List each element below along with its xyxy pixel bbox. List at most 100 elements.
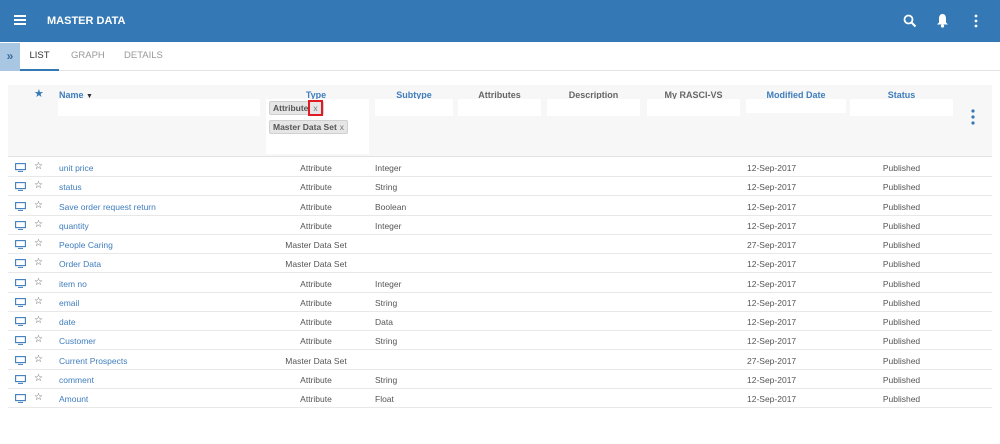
row-name[interactable]: email — [59, 298, 79, 308]
tab-graph[interactable]: GRAPH — [71, 43, 105, 71]
monitor-icon[interactable] — [15, 297, 26, 307]
subtype-filter-input[interactable] — [375, 99, 453, 116]
tab-details[interactable]: DETAILS — [124, 43, 163, 71]
row-modified-date: 12-Sep-2017 — [747, 394, 797, 404]
table-row[interactable]: ☆ People Caring Master Data Set 27-Sep-2… — [8, 235, 992, 254]
table-row[interactable]: ☆ unit price Attribute Integer 12-Sep-20… — [8, 158, 992, 177]
row-type: Attribute — [300, 317, 332, 327]
table-row[interactable]: ☆ Customer Attribute String 12-Sep-2017 … — [8, 331, 992, 351]
monitor-icon[interactable] — [15, 182, 26, 192]
star-icon[interactable]: ☆ — [34, 180, 43, 191]
row-type: Attribute — [300, 336, 332, 347]
star-icon[interactable]: ☆ — [34, 277, 43, 288]
row-type: Master Data Set — [285, 240, 347, 250]
table-row[interactable]: ☆ Current Prospects Master Data Set 27-S… — [8, 351, 992, 370]
row-name[interactable]: Save order request return — [59, 202, 156, 212]
row-type: Attribute — [300, 394, 332, 404]
table-row[interactable]: ☆ email Attribute String 12-Sep-2017 Pub… — [8, 293, 992, 312]
table-row[interactable]: ☆ Amount Attribute Float 12-Sep-2017 Pub… — [8, 389, 992, 408]
star-icon[interactable]: ☆ — [34, 296, 43, 307]
row-name[interactable]: date — [59, 317, 76, 327]
tab-list[interactable]: LIST — [20, 43, 59, 71]
row-name[interactable]: quantity — [59, 221, 89, 231]
table-row[interactable]: ☆ comment Attribute String 12-Sep-2017 P… — [8, 370, 992, 389]
star-icon[interactable]: ☆ — [34, 334, 43, 345]
row-type: Attribute — [300, 163, 332, 173]
search-icon[interactable] — [903, 14, 917, 28]
remove-chip-master-data-set[interactable]: x — [340, 122, 344, 132]
modified-date-filter-input[interactable] — [746, 99, 846, 113]
favorite-star-icon[interactable]: ★ — [34, 87, 44, 100]
row-status: Published — [882, 240, 921, 250]
name-filter-input[interactable] — [58, 99, 260, 116]
tab-bar: » LIST GRAPH DETAILS — [0, 43, 1000, 71]
row-modified-date: 12-Sep-2017 — [747, 259, 797, 270]
description-filter-input[interactable] — [547, 99, 640, 116]
monitor-icon[interactable] — [15, 163, 26, 172]
row-name[interactable]: People Caring — [59, 240, 113, 250]
row-name[interactable]: status — [59, 182, 82, 192]
star-icon[interactable]: ☆ — [34, 354, 43, 365]
expand-sidebar-button[interactable]: » — [0, 43, 20, 71]
row-status: Published — [882, 278, 921, 289]
row-modified-date: 27-Sep-2017 — [747, 355, 797, 366]
star-icon[interactable]: ☆ — [34, 315, 43, 326]
row-modified-date: 12-Sep-2017 — [747, 201, 797, 212]
table-row[interactable]: ☆ date Attribute Data 12-Sep-2017 Publis… — [8, 312, 992, 331]
row-name[interactable]: comment — [59, 375, 94, 385]
star-icon[interactable]: ☆ — [34, 200, 43, 211]
star-icon[interactable]: ☆ — [34, 161, 43, 172]
row-modified-date: 12-Sep-2017 — [747, 297, 797, 308]
page-title: MASTER DATA — [47, 15, 126, 27]
bell-icon[interactable] — [936, 13, 949, 28]
star-icon[interactable]: ☆ — [34, 373, 43, 384]
row-subtype: Boolean — [375, 201, 407, 212]
column-options-icon[interactable] — [970, 109, 976, 125]
remove-chip-attribute[interactable]: x — [308, 100, 323, 116]
more-vertical-icon[interactable] — [973, 14, 979, 28]
star-icon[interactable]: ☆ — [34, 219, 43, 230]
rasci-filter-input[interactable] — [647, 99, 740, 116]
table-row[interactable]: ☆ status Attribute String 12-Sep-2017 Pu… — [8, 177, 992, 197]
table-row[interactable]: ☆ quantity Attribute Integer 12-Sep-2017… — [8, 216, 992, 235]
monitor-icon[interactable] — [15, 220, 26, 230]
row-status: Published — [882, 182, 921, 193]
monitor-icon[interactable] — [15, 317, 26, 326]
row-subtype: Integer — [375, 220, 402, 231]
filter-chip-master-data-set: Master Data Set x — [269, 120, 349, 134]
monitor-icon[interactable] — [15, 259, 26, 269]
row-subtype: String — [375, 374, 398, 385]
table-row[interactable]: ☆ item no Attribute Integer 12-Sep-2017 … — [8, 274, 992, 293]
row-name[interactable]: item no — [59, 279, 87, 289]
row-type: Attribute — [300, 297, 332, 308]
row-name[interactable]: Order Data — [59, 259, 101, 269]
row-name[interactable]: unit price — [59, 163, 94, 173]
row-status: Published — [882, 355, 921, 366]
table-row[interactable]: ☆ Save order request return Attribute Bo… — [8, 197, 992, 216]
star-icon[interactable]: ☆ — [34, 238, 43, 249]
monitor-icon[interactable] — [15, 394, 26, 403]
monitor-icon[interactable] — [15, 336, 26, 346]
star-icon[interactable]: ☆ — [34, 257, 43, 268]
monitor-icon[interactable] — [15, 240, 26, 249]
row-subtype: String — [375, 182, 398, 193]
menu-icon[interactable] — [14, 15, 26, 25]
row-name[interactable]: Current Prospects — [59, 356, 128, 366]
table-row[interactable]: ☆ Order Data Master Data Set 12-Sep-2017… — [8, 254, 992, 274]
star-icon[interactable]: ☆ — [34, 392, 43, 403]
row-name[interactable]: Customer — [59, 336, 96, 346]
row-subtype: Integer — [375, 163, 402, 173]
app-header: MASTER DATA — [0, 0, 1000, 42]
row-status: Published — [882, 259, 921, 270]
attributes-filter-input[interactable] — [458, 99, 541, 116]
status-filter-input[interactable] — [850, 99, 953, 116]
monitor-icon[interactable] — [15, 278, 26, 288]
row-name[interactable]: Amount — [59, 394, 88, 404]
monitor-icon[interactable] — [15, 355, 26, 365]
monitor-icon[interactable] — [15, 201, 26, 211]
row-subtype: String — [375, 336, 398, 347]
monitor-icon[interactable] — [15, 374, 26, 384]
table-header: ★ Name ▼ Type Attribute x Master Data Set… — [8, 85, 992, 157]
type-filter-input[interactable]: Attribute x Master Data Set x — [266, 99, 369, 154]
row-type: Master Data Set — [285, 259, 347, 270]
